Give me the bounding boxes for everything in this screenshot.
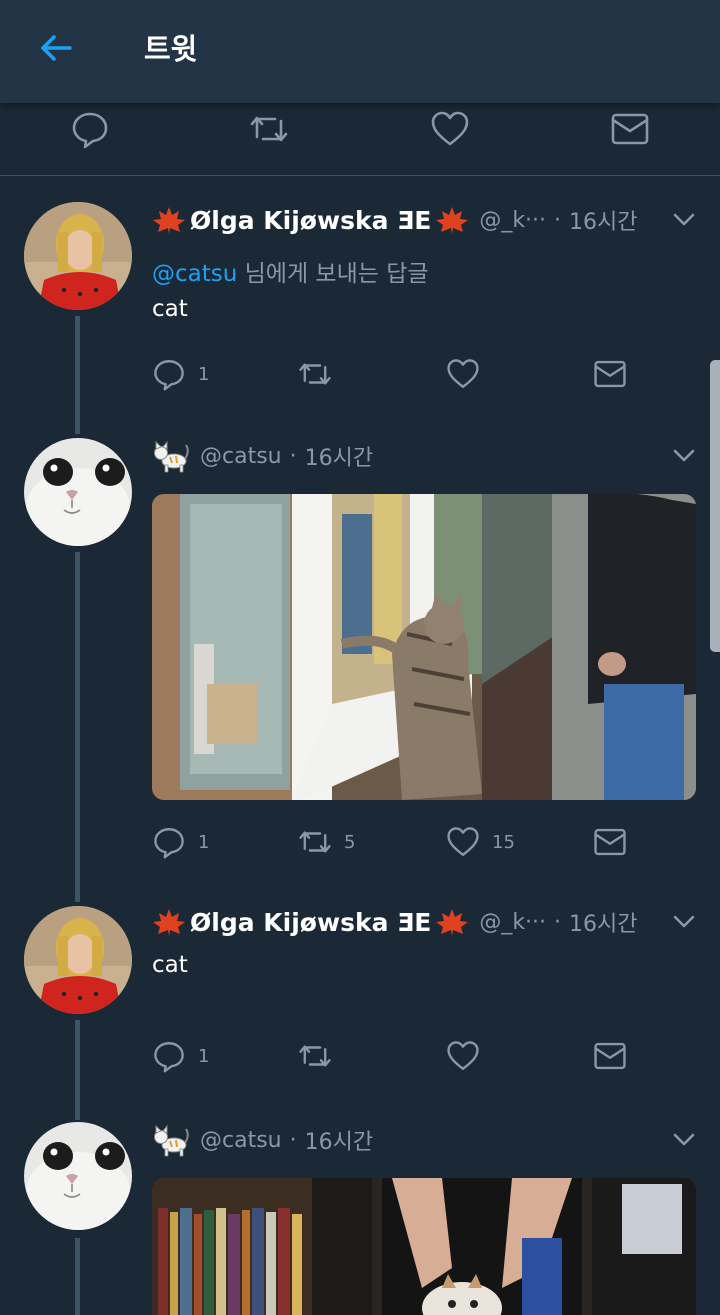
timestamp[interactable]: 16시간 — [569, 906, 637, 938]
separator-dot: · — [289, 443, 297, 469]
message-button[interactable] — [593, 354, 627, 394]
username[interactable]: @_k··· — [479, 910, 546, 935]
thread-line — [75, 1020, 80, 1120]
maple-leaf-icon — [153, 909, 185, 936]
tweet-thread-screen: 트윗 Ølga Kijøwska ƎE @_k··· · 16시간 @catsu… — [0, 0, 720, 1315]
tweet-catsu-photo-2[interactable]: @catsu · 16시간 — [0, 1116, 720, 1315]
reply-icon[interactable] — [70, 109, 110, 149]
like-icon[interactable] — [430, 109, 470, 149]
tweet-header: Ølga Kijøwska ƎE @_k··· · 16시간 — [152, 902, 638, 942]
scrollbar[interactable] — [710, 360, 720, 652]
tweet-photo[interactable] — [152, 1178, 696, 1315]
retweet-button[interactable] — [298, 354, 332, 394]
display-name[interactable]: Ølga Kijøwska ƎE — [190, 206, 431, 235]
reply-suffix: 님에게 보내는 답글 — [237, 261, 429, 287]
tweet-text: cat — [152, 952, 188, 978]
separator-dot: · — [289, 1127, 297, 1153]
chevron-down-icon[interactable] — [670, 442, 698, 470]
back-arrow-icon[interactable] — [36, 28, 76, 68]
message-icon — [594, 360, 626, 388]
tweet-olga-reply[interactable]: Ølga Kijøwska ƎE @_k··· · 16시간 @catsu 님에… — [0, 176, 720, 434]
username[interactable]: @catsu — [200, 444, 282, 469]
top-bar: 트윗 — [0, 0, 720, 103]
retweet-icon — [299, 1045, 331, 1067]
tweet-photo[interactable] — [152, 494, 696, 800]
like-button[interactable]: 15 — [446, 822, 515, 862]
avatar[interactable] — [24, 906, 132, 1014]
avatar[interactable] — [24, 1122, 132, 1230]
thread-line — [75, 316, 80, 434]
tweet-catsu-photo[interactable]: @catsu · 16시간 1 5 15 — [0, 430, 720, 902]
username[interactable]: @_k··· — [479, 208, 546, 233]
cat-emoji-icon — [154, 1124, 189, 1157]
maple-leaf-icon — [436, 909, 469, 936]
replying-to: @catsu 님에게 보내는 답글 — [152, 254, 429, 288]
chevron-down-icon[interactable] — [670, 908, 698, 936]
reply-count: 1 — [198, 831, 210, 853]
reply-icon — [154, 360, 184, 391]
like-button[interactable] — [446, 354, 480, 394]
retweet-icon[interactable] — [249, 109, 289, 149]
message-button[interactable] — [593, 822, 627, 862]
like-icon — [447, 359, 479, 388]
message-icon — [594, 1042, 626, 1070]
tweet-header: @catsu · 16시간 — [152, 1120, 373, 1160]
tweet-olga[interactable]: Ølga Kijøwska ƎE @_k··· · 16시간 cat 1 — [0, 898, 720, 1120]
tweet-actions: 1 — [152, 354, 652, 394]
reply-mention[interactable]: @catsu — [152, 261, 237, 287]
maple-leaf-icon — [436, 207, 469, 234]
page-title: 트윗 — [144, 32, 198, 66]
reply-button[interactable]: 1 — [152, 1036, 209, 1076]
like-count: 15 — [492, 831, 515, 853]
reply-icon — [154, 1042, 184, 1073]
message-button[interactable] — [593, 1036, 627, 1076]
timestamp[interactable]: 16시간 — [305, 440, 373, 472]
maple-leaf-icon — [153, 207, 185, 234]
separator-dot: · — [554, 207, 562, 233]
tweet-header: @catsu · 16시간 — [152, 436, 373, 476]
reply-button[interactable]: 1 — [152, 354, 209, 394]
reply-count: 1 — [198, 363, 210, 385]
timestamp[interactable]: 16시간 — [569, 204, 637, 236]
like-button[interactable] — [446, 1036, 480, 1076]
message-icon[interactable] — [610, 109, 650, 149]
retweet-icon — [299, 363, 331, 385]
retweet-button[interactable]: 5 — [298, 822, 355, 862]
display-name[interactable]: Ølga Kijøwska ƎE — [190, 908, 431, 937]
main-tweet-actions — [0, 103, 720, 176]
tweet-header: Ølga Kijøwska ƎE @_k··· · 16시간 — [152, 200, 638, 240]
reply-button[interactable]: 1 — [152, 822, 209, 862]
chevron-down-icon[interactable] — [670, 206, 698, 234]
thread-line — [75, 552, 80, 902]
separator-dot: · — [554, 909, 562, 935]
retweet-count: 5 — [344, 831, 356, 853]
retweet-icon — [299, 831, 331, 853]
message-icon — [594, 828, 626, 856]
avatar[interactable] — [24, 202, 132, 310]
cat-emoji-icon — [154, 440, 189, 473]
thread-line — [75, 1238, 80, 1315]
avatar[interactable] — [24, 438, 132, 546]
like-icon — [447, 1041, 479, 1070]
username[interactable]: @catsu — [200, 1128, 282, 1153]
timestamp[interactable]: 16시간 — [305, 1124, 373, 1156]
chevron-down-icon[interactable] — [670, 1126, 698, 1154]
reply-count: 1 — [198, 1045, 210, 1067]
tweet-actions: 1 — [152, 1036, 652, 1076]
tweet-text: cat — [152, 296, 188, 322]
reply-icon — [154, 828, 184, 859]
like-icon — [447, 827, 479, 856]
tweet-actions: 1 5 15 — [152, 822, 652, 862]
retweet-button[interactable] — [298, 1036, 332, 1076]
